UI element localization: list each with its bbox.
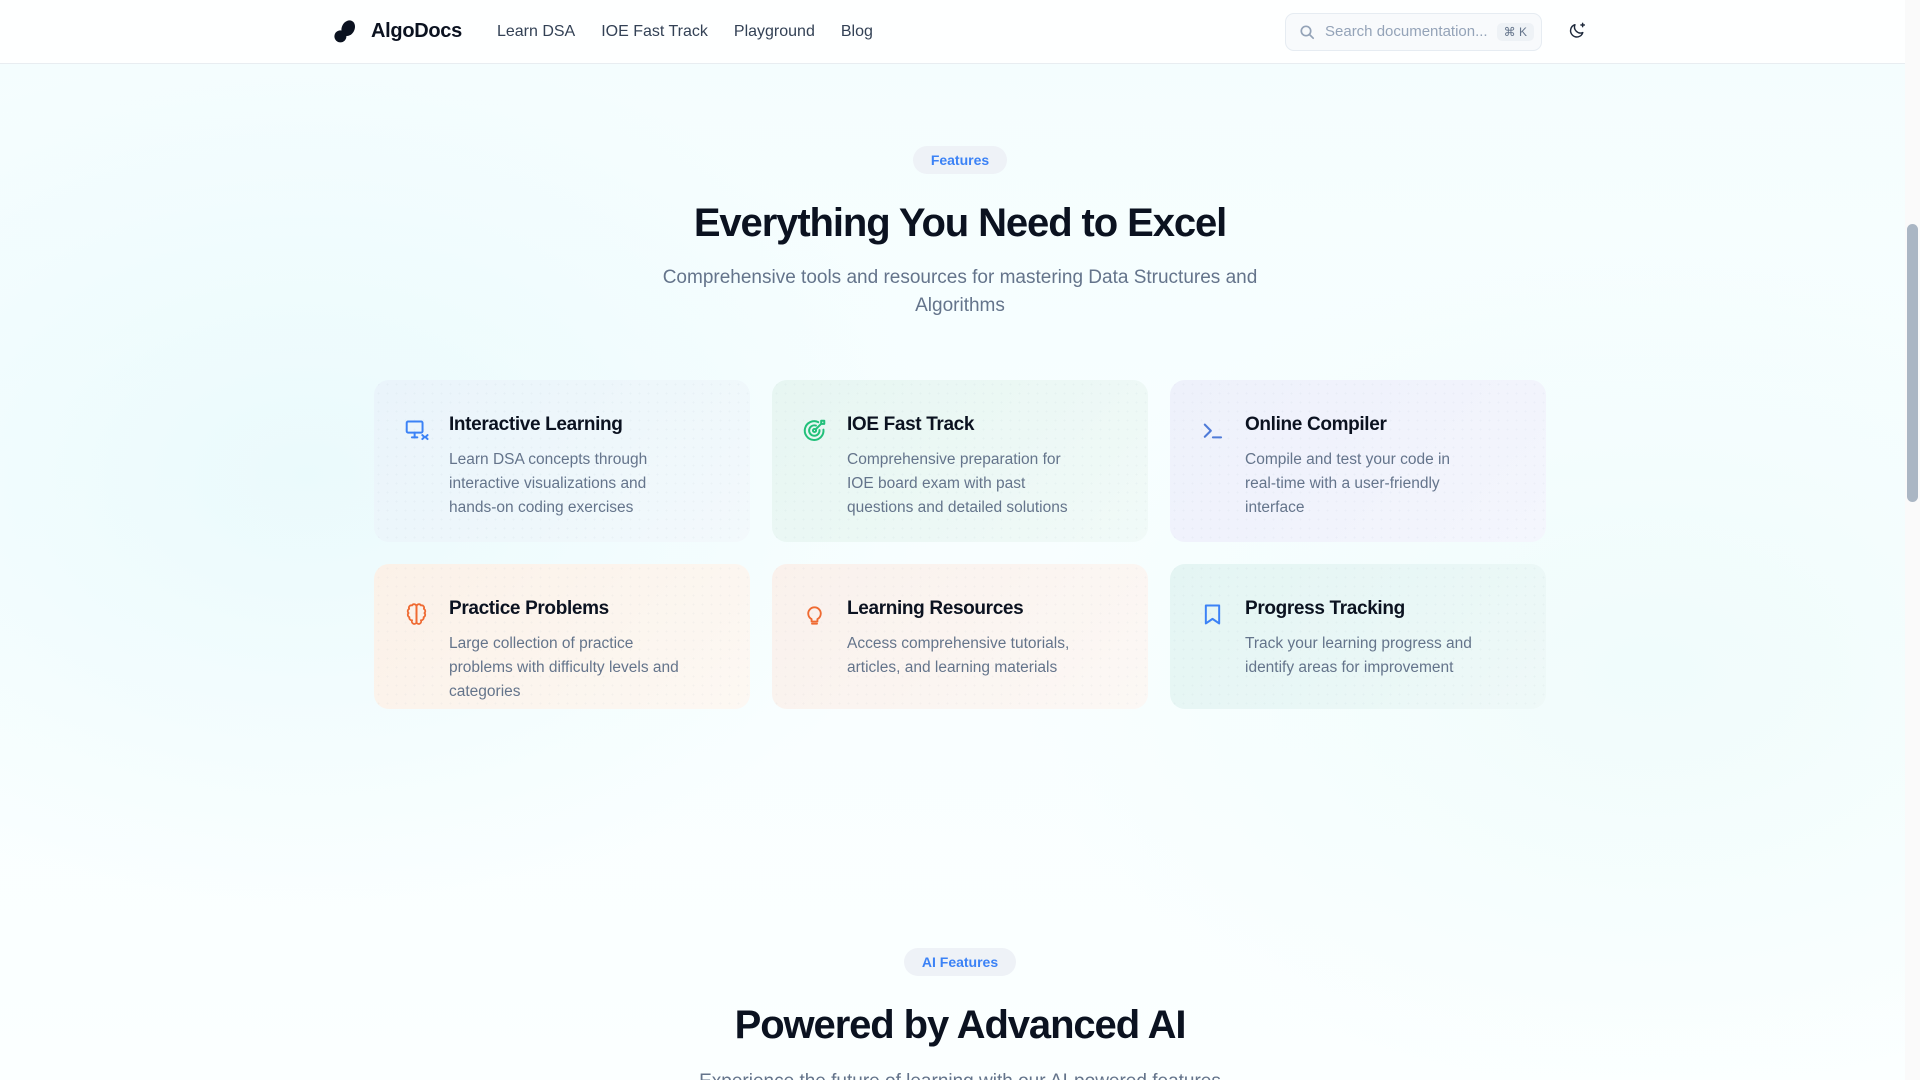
feature-card-body: Online Compiler Compile and test your co… (1245, 414, 1480, 520)
features-subtitle: Comprehensive tools and resources for ma… (662, 267, 1258, 316)
lightbulb-icon (802, 602, 827, 627)
main-nav: Learn DSA IOE Fast Track Playground Blog (497, 23, 873, 41)
feature-card-progress-tracking[interactable]: Progress Tracking Track your learning pr… (1170, 564, 1546, 710)
feature-card-body: Interactive Learning Learn DSA concepts … (449, 414, 684, 520)
feature-card-title: Interactive Learning (449, 414, 623, 436)
feature-card-learning-resources[interactable]: Learning Resources Access comprehensive … (772, 564, 1148, 710)
feature-card-title: Progress Tracking (1245, 598, 1405, 620)
feature-card-online-compiler[interactable]: Online Compiler Compile and test your co… (1170, 380, 1546, 543)
search-box[interactable]: ⌘ K (1285, 12, 1542, 51)
ai-features-subtitle: Experience the future of learning with o… (580, 1068, 1340, 1080)
feature-card-desc: Comprehensive preparation for IOE board … (847, 450, 1068, 516)
feature-card-desc: Access comprehensive tutorials, articles… (847, 634, 1070, 676)
search-icon (1299, 24, 1315, 40)
feature-card-title: Online Compiler (1245, 414, 1387, 436)
target-arrow-icon (802, 418, 827, 443)
features-grid: Interactive Learning Learn DSA concepts … (374, 380, 1546, 710)
header-actions: ⌘ K (1285, 12, 1590, 51)
feature-card-desc: Learn DSA concepts through interactive v… (449, 450, 648, 516)
feature-card-body: IOE Fast Track Comprehensive preparation… (847, 414, 1082, 520)
features-section-head: Features Everything You Need to Excel Co… (0, 64, 1920, 319)
moon-icon (1568, 21, 1587, 43)
feature-card-body: Practice Problems Large collection of pr… (449, 598, 684, 704)
features-badge: Features (912, 146, 1008, 174)
brain-icon (404, 602, 429, 627)
theme-toggle-button[interactable] (1564, 19, 1590, 45)
site-header: AlgoDocs Learn DSA IOE Fast Track Playgr… (0, 0, 1920, 64)
feature-card-desc: Large collection of practice problems wi… (449, 634, 679, 700)
algodocs-logo-icon (330, 17, 360, 47)
features-title: Everything You Need to Excel (693, 201, 1227, 245)
feature-card-ioe-fast-track[interactable]: IOE Fast Track Comprehensive preparation… (772, 380, 1148, 543)
nav-link-playground[interactable]: Playground (734, 23, 815, 41)
feature-card-body: Progress Tracking Track your learning pr… (1245, 598, 1480, 680)
search-shortcut-kbd: ⌘ K (1496, 22, 1534, 41)
terminal-icon (1200, 418, 1225, 443)
features-section: Features Everything You Need to Excel Co… (0, 64, 1920, 710)
feature-card-title: Practice Problems (449, 598, 609, 620)
nav-link-learn-dsa[interactable]: Learn DSA (497, 23, 575, 41)
nav-link-ioe-fast-track[interactable]: IOE Fast Track (601, 23, 708, 41)
feature-card-title: Learning Resources (847, 598, 1024, 620)
feature-card-title: IOE Fast Track (847, 414, 975, 436)
bookmark-icon (1200, 602, 1225, 627)
ai-section-head: AI Features Powered by Advanced AI Exper… (0, 948, 1920, 1080)
brand-logo-link[interactable]: AlgoDocs (330, 17, 462, 47)
feature-card-interactive-learning[interactable]: Interactive Learning Learn DSA concepts … (374, 380, 750, 543)
ai-features-badge: AI Features (903, 948, 1017, 976)
feature-card-desc: Track your learning progress and identif… (1245, 634, 1472, 676)
nav-link-blog[interactable]: Blog (841, 23, 873, 41)
feature-card-practice-problems[interactable]: Practice Problems Large collection of pr… (374, 564, 750, 710)
ai-features-section: AI Features Powered by Advanced AI Exper… (0, 948, 1920, 1080)
monitor-code-icon (404, 418, 429, 443)
page-scrollbar-track[interactable] (1905, 0, 1920, 1080)
ai-features-title: Powered by Advanced AI (734, 1003, 1187, 1047)
page-scrollbar-thumb[interactable] (1907, 224, 1918, 502)
brand-name: AlgoDocs (371, 20, 462, 42)
feature-card-body: Learning Resources Access comprehensive … (847, 598, 1082, 680)
search-input[interactable] (1325, 23, 1487, 40)
feature-card-desc: Compile and test your code in real-time … (1245, 450, 1451, 516)
page-root: AlgoDocs Learn DSA IOE Fast Track Playgr… (0, 0, 1920, 1080)
